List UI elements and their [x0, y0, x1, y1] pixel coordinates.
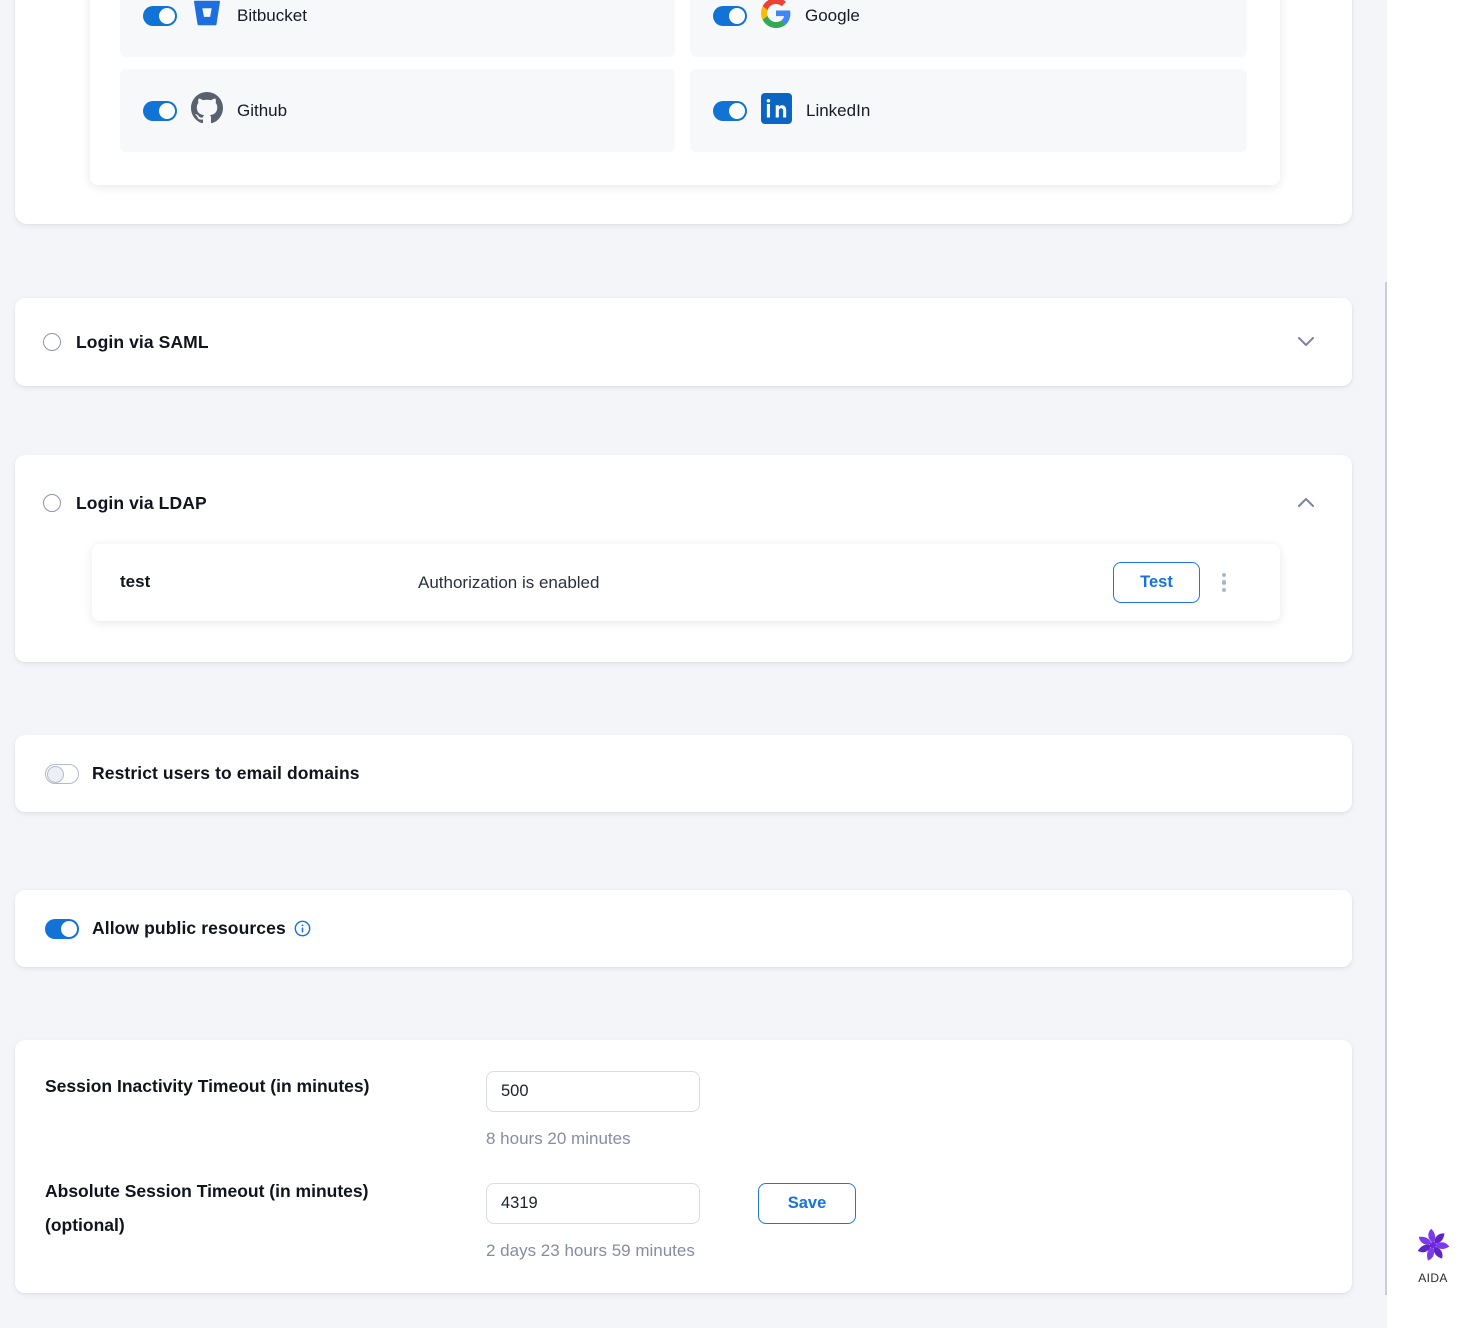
save-button[interactable]: Save — [758, 1183, 856, 1224]
ldap-collapse-button[interactable] — [1294, 491, 1318, 515]
chevron-up-icon — [1298, 494, 1314, 512]
public-resources-toggle[interactable] — [45, 919, 79, 939]
ldap-server-row: test Authorization is enabled Test — [92, 544, 1280, 621]
ldap-section-header[interactable]: Login via LDAP — [15, 455, 1352, 551]
absolute-timeout-input[interactable] — [486, 1183, 700, 1224]
public-resources-label: Allow public resources — [92, 918, 286, 939]
inactivity-timeout-hint: 8 hours 20 minutes — [486, 1129, 631, 1149]
ldap-section-card: Login via LDAP test Authorization is ena… — [15, 455, 1352, 662]
provider-tile-linkedin: LinkedIn — [690, 69, 1247, 152]
providers-grid: Bitbucket Google Github — [90, 0, 1280, 185]
aida-widget-button[interactable]: AIDA — [1404, 1227, 1462, 1285]
ldap-server-name: test — [120, 572, 150, 592]
bitbucket-toggle[interactable] — [143, 6, 177, 26]
inactivity-timeout-label: Session Inactivity Timeout (in minutes) — [45, 1069, 369, 1103]
aida-label: AIDA — [1404, 1271, 1462, 1285]
ldap-test-button[interactable]: Test — [1113, 562, 1200, 603]
provider-label: Bitbucket — [237, 6, 307, 26]
ldap-kebab-menu-icon[interactable] — [1212, 562, 1236, 603]
google-toggle[interactable] — [713, 6, 747, 26]
provider-tile-github: Github — [120, 69, 675, 152]
provider-tile-google: Google — [690, 0, 1247, 57]
github-toggle[interactable] — [143, 101, 177, 121]
linkedin-toggle[interactable] — [713, 101, 747, 121]
restrict-domains-toggle[interactable] — [45, 764, 79, 784]
auth-settings-page: Bitbucket Google Github — [0, 0, 1480, 1328]
linkedin-icon — [761, 93, 792, 129]
content-divider — [1385, 282, 1387, 1295]
saml-title: Login via SAML — [76, 332, 209, 353]
inactivity-timeout-input[interactable] — [486, 1071, 700, 1112]
absolute-timeout-label: Absolute Session Timeout (in minutes) (o… — [45, 1174, 368, 1242]
provider-label: Google — [805, 6, 860, 26]
info-icon[interactable] — [294, 920, 311, 937]
absolute-timeout-hint: 2 days 23 hours 59 minutes — [486, 1241, 695, 1261]
google-icon — [761, 0, 791, 33]
provider-label: Github — [237, 101, 287, 121]
bitbucket-icon — [191, 0, 223, 34]
saml-radio[interactable] — [43, 333, 61, 351]
provider-label: LinkedIn — [806, 101, 870, 121]
github-icon — [191, 92, 223, 129]
ldap-radio[interactable] — [43, 494, 61, 512]
saml-section-card: Login via SAML — [15, 298, 1352, 386]
ldap-server-status: Authorization is enabled — [418, 573, 599, 593]
public-resources-card: Allow public resources — [15, 890, 1352, 967]
chevron-down-icon — [1298, 333, 1314, 351]
restrict-domains-card: Restrict users to email domains — [15, 735, 1352, 812]
aida-flower-icon — [1415, 1250, 1451, 1267]
restrict-domains-label: Restrict users to email domains — [92, 763, 360, 784]
right-panel — [1387, 0, 1480, 1328]
social-login-card: Bitbucket Google Github — [15, 0, 1352, 224]
session-timeout-card: Session Inactivity Timeout (in minutes) … — [15, 1040, 1352, 1293]
ldap-title: Login via LDAP — [76, 493, 207, 514]
saml-expand-button[interactable] — [1294, 330, 1318, 354]
provider-tile-bitbucket: Bitbucket — [120, 0, 675, 57]
saml-section-header[interactable]: Login via SAML — [15, 298, 1352, 386]
